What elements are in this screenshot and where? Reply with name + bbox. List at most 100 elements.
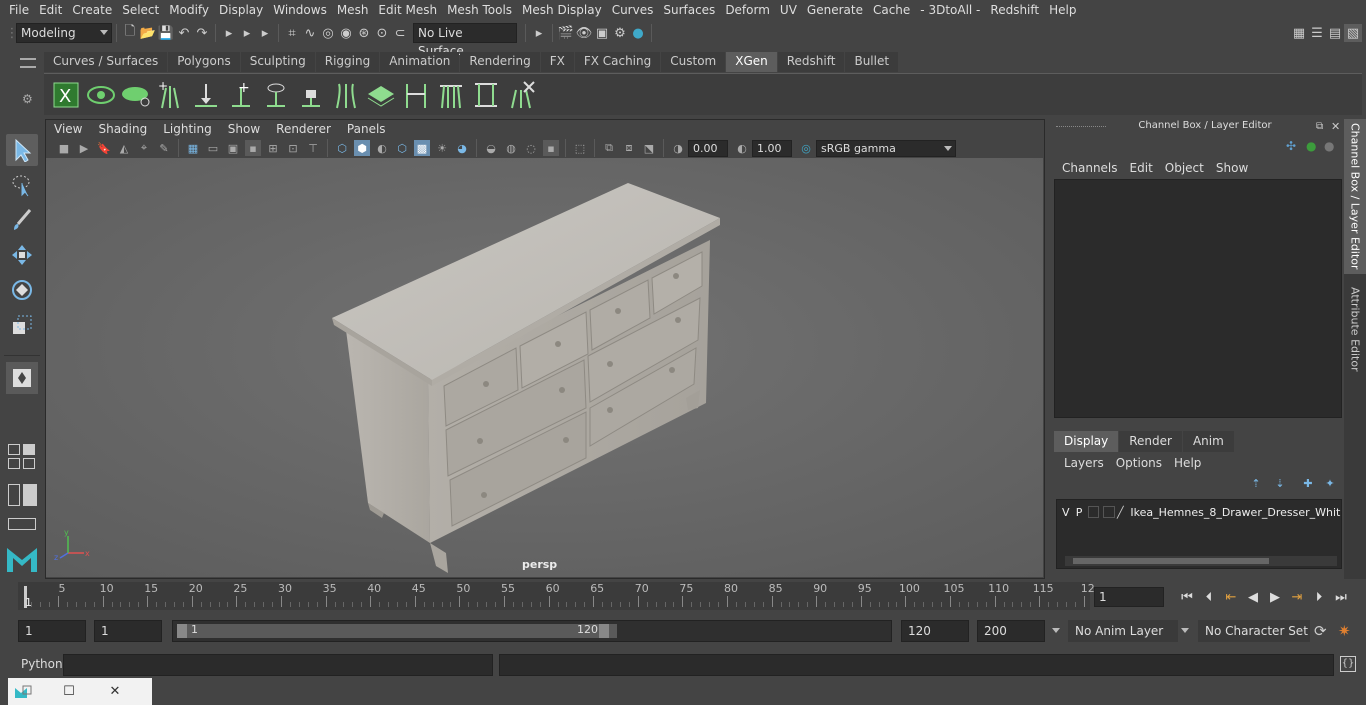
default-material-icon[interactable]: ◐ <box>374 140 390 156</box>
panel-menu-view[interactable]: View <box>46 120 90 138</box>
xgen-editor-button[interactable]: X <box>50 78 81 112</box>
channel-menu-edit[interactable]: Edit <box>1124 159 1159 177</box>
shelf-tab-rendering[interactable]: Rendering <box>460 52 540 72</box>
animation-end-field[interactable]: 200 <box>977 620 1045 642</box>
lasso-tool-icon[interactable] <box>6 169 38 201</box>
panel-menu-panels[interactable]: Panels <box>339 120 394 138</box>
snap-point-icon[interactable]: ◎ <box>319 24 337 42</box>
chevron-down-icon[interactable] <box>1052 628 1060 633</box>
close-icon[interactable]: ✕ <box>1331 120 1340 133</box>
show-manipulator-icon[interactable] <box>6 362 38 394</box>
wireframe-on-shaded-icon[interactable]: ⬡ <box>394 140 410 156</box>
isolate-select-icon[interactable]: ⬚ <box>572 140 588 156</box>
menu-redshift[interactable]: Redshift <box>985 0 1044 20</box>
shelf-tab-polygons[interactable]: Polygons <box>168 52 240 72</box>
xgen-lock-guide-icon[interactable] <box>295 78 326 112</box>
select-hierarchy-icon[interactable]: ▸ <box>220 24 238 42</box>
snap-grid-icon[interactable]: ⌗ <box>283 24 301 42</box>
go-to-end-icon[interactable]: ⏭ <box>1330 586 1352 608</box>
shelf-tab-redshift[interactable]: Redshift <box>777 52 845 72</box>
anti-aliasing-icon[interactable]: ◌ <box>523 140 539 156</box>
workspace-dropdown[interactable]: Modeling <box>16 23 112 43</box>
menu-edit-mesh[interactable]: Edit Mesh <box>373 0 442 20</box>
range-end-handle[interactable] <box>599 624 609 638</box>
shelf-tab-xgen[interactable]: XGen <box>726 52 777 72</box>
menu-generate[interactable]: Generate <box>802 0 868 20</box>
shelf-gear-icon[interactable]: ⚙ <box>22 92 33 106</box>
step-forward-icon[interactable]: ⏵ <box>1308 586 1330 608</box>
panel-menu-renderer[interactable]: Renderer <box>268 120 339 138</box>
camera-attr-icon[interactable]: ▶ <box>76 140 92 156</box>
layer-name[interactable]: Ikea_Hemnes_8_Drawer_Dresser_White_St <box>1130 506 1341 519</box>
render-settings-icon[interactable]: ⚙ <box>611 24 629 42</box>
smooth-shade-icon[interactable]: ⬢ <box>354 140 370 156</box>
play-forward-icon[interactable]: ▶ <box>1264 586 1286 608</box>
menu-cache[interactable]: Cache <box>868 0 915 20</box>
script-layout-icon[interactable] <box>8 518 36 530</box>
layer-visibility-toggle[interactable]: V <box>1059 506 1072 519</box>
select-tool-icon[interactable] <box>6 134 38 166</box>
magnet-icon[interactable]: ⊂ <box>391 24 409 42</box>
move-layer-up-icon[interactable]: ⇡ <box>1248 475 1264 491</box>
xgen-hide-icon[interactable] <box>120 78 151 112</box>
menu-create[interactable]: Create <box>67 0 117 20</box>
persp-layout-icon[interactable] <box>23 444 35 455</box>
horizontal-scrollbar[interactable] <box>1065 556 1337 566</box>
maximize-icon[interactable]: ☐ <box>54 678 84 705</box>
render-view-icon[interactable]: 👁 <box>575 24 593 42</box>
camera-select-icon[interactable]: ■ <box>56 140 72 156</box>
tab-render[interactable]: Render <box>1119 431 1182 452</box>
paint-select-tool-icon[interactable] <box>6 204 38 236</box>
layer-menu-options[interactable]: Options <box>1110 454 1168 472</box>
gamma-icon[interactable]: ◐ <box>734 140 750 156</box>
live-surface-field[interactable]: No Live Surface <box>413 23 517 58</box>
panel-menu-shading[interactable]: Shading <box>90 120 155 138</box>
tool-settings-icon[interactable]: ▤ <box>1326 24 1344 42</box>
use-lights-icon[interactable]: ☀ <box>434 140 450 156</box>
channel-box-area[interactable] <box>1054 179 1342 418</box>
menu-mesh-tools[interactable]: Mesh Tools <box>442 0 517 20</box>
channel-menu-show[interactable]: Show <box>1210 159 1254 177</box>
xgen-bend-guide-icon[interactable] <box>330 78 361 112</box>
image-plane-icon[interactable]: ◭ <box>116 140 132 156</box>
scale-tool-icon[interactable] <box>6 309 38 341</box>
menu-mesh-display[interactable]: Mesh Display <box>517 0 607 20</box>
auto-key-icon[interactable]: ⟳ <box>1314 622 1327 640</box>
menu-modify[interactable]: Modify <box>164 0 214 20</box>
shelf-tab-curves-surfaces[interactable]: Curves / Surfaces <box>44 52 168 72</box>
step-back-icon[interactable]: ⏴ <box>1198 586 1220 608</box>
new-scene-icon[interactable]: 🗋 <box>121 24 139 42</box>
xray-icon[interactable]: ⧉ <box>601 140 617 156</box>
close-icon[interactable]: ✕ <box>100 678 130 705</box>
gate-mask-icon[interactable]: ▪ <box>245 140 261 156</box>
menu-file[interactable]: File <box>0 0 34 20</box>
step-back-key-icon[interactable]: ⇤ <box>1220 586 1242 608</box>
rotate-tool-icon[interactable] <box>6 274 38 306</box>
menu-mesh[interactable]: Mesh <box>332 0 374 20</box>
four-pane-icon[interactable] <box>8 458 20 469</box>
playback-end-field[interactable]: 120 <box>901 620 969 642</box>
safe-title-icon[interactable]: ⊤ <box>305 140 321 156</box>
tab-anim[interactable]: Anim <box>1182 431 1234 452</box>
new-layer-icon[interactable]: ✚ <box>1300 475 1316 491</box>
current-frame-field[interactable]: 1 <box>1094 587 1164 607</box>
panel-menu-lighting[interactable]: Lighting <box>155 120 220 138</box>
shelf-tab-rigging[interactable]: Rigging <box>315 52 380 72</box>
float-panel-icon[interactable]: ⧉ <box>1316 121 1323 132</box>
field-chart-icon[interactable]: ⊞ <box>265 140 281 156</box>
layer-menu-layers[interactable]: Layers <box>1058 454 1110 472</box>
shelf-tab-fx-caching[interactable]: FX Caching <box>574 52 661 72</box>
menu-edit[interactable]: Edit <box>34 0 67 20</box>
channel-menu-channels[interactable]: Channels <box>1056 159 1124 177</box>
exposure-icon[interactable]: ◑ <box>670 140 686 156</box>
tab-channel-box[interactable]: Channel Box / Layer Editor <box>1344 119 1366 274</box>
playback-start-field[interactable]: 1 <box>94 620 162 642</box>
layer-playback-toggle[interactable]: P <box>1072 506 1085 519</box>
time-slider[interactable]: 1 5 10 15 20 25 30 35 40 45 50 55 60 65 70 75 80 85 90 95 1… <box>18 582 1095 610</box>
film-gate-icon[interactable]: ▭ <box>205 140 221 156</box>
hypershade-icon[interactable]: ● <box>629 24 647 42</box>
script-editor-icon[interactable]: {} <box>1340 656 1356 672</box>
grid-icon[interactable]: ▦ <box>185 140 201 156</box>
xgen-scale-icon[interactable] <box>400 78 431 112</box>
menu-select[interactable]: Select <box>117 0 164 20</box>
